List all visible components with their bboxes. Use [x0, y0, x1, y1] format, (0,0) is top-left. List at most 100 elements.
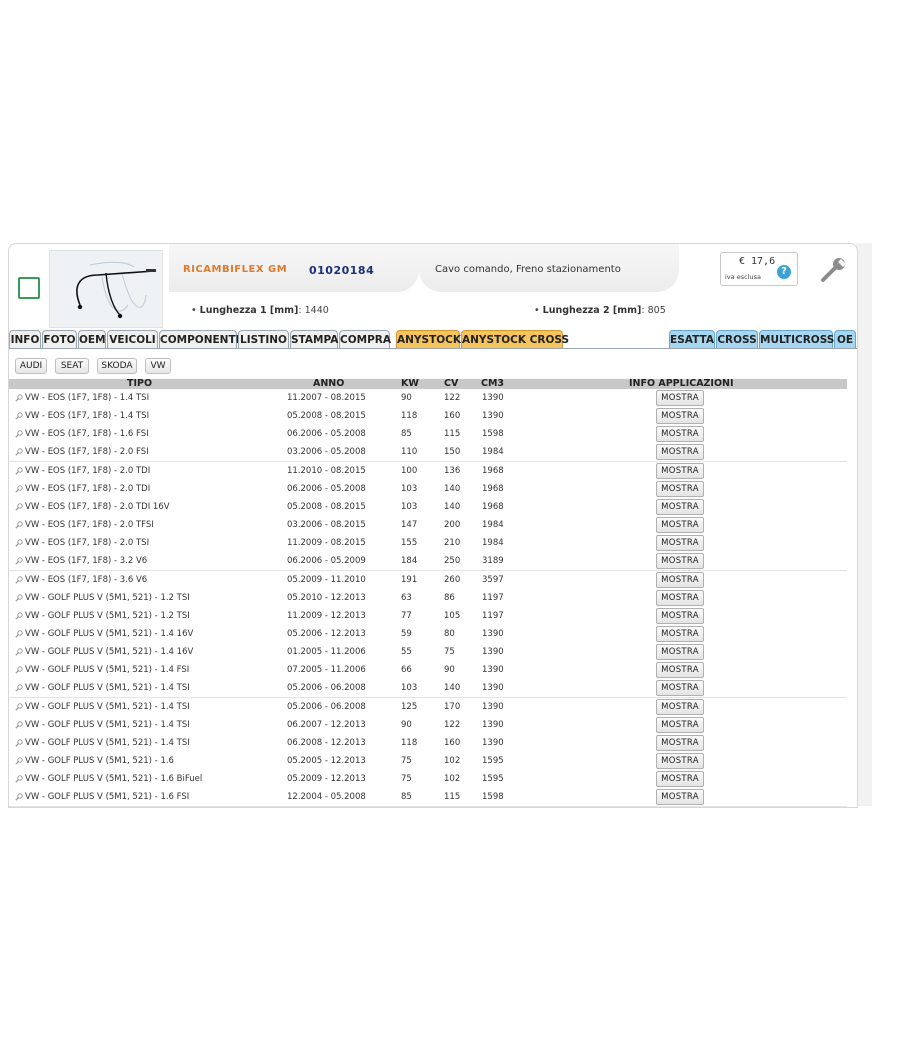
magnifier-icon[interactable] — [15, 430, 23, 438]
cell-cv: 170 — [444, 701, 461, 712]
table-row: VW - EOS (1F7, 1F8) - 2.0 TDI 11.2010 - 0… — [9, 461, 847, 481]
tab-anystock-cross[interactable]: ANYSTOCK CROSS — [461, 330, 569, 348]
wrench-icon[interactable] — [819, 256, 849, 284]
tab-compra[interactable]: COMPRA — [339, 330, 391, 348]
cell-anno: 05.2005 - 12.2013 — [287, 756, 366, 766]
magnifier-icon[interactable] — [15, 394, 23, 402]
cell-cv: 122 — [444, 393, 461, 403]
magnifier-icon[interactable] — [15, 793, 23, 801]
cell-cv: 115 — [444, 429, 461, 440]
filter-vw[interactable]: VW — [145, 358, 171, 374]
mostra-button[interactable]: MOSTRA — [656, 625, 704, 642]
magnifier-icon[interactable] — [15, 739, 23, 747]
cell-cm3: 1390 — [482, 701, 504, 712]
magnifier-icon[interactable] — [15, 775, 23, 783]
tab-esatta[interactable]: ESATTA — [669, 330, 715, 348]
cell-tipo: VW - EOS (1F7, 1F8) - 2.0 TDI — [25, 465, 151, 476]
cell-kw: 90 — [401, 393, 412, 403]
tab-cross[interactable]: CROSS — [716, 330, 758, 348]
tab-componenti[interactable]: COMPONENTI — [159, 330, 240, 348]
magnifier-icon[interactable] — [15, 575, 23, 584]
magnifier-icon[interactable] — [15, 648, 23, 656]
cell-kw: 103 — [401, 683, 418, 694]
magnifier-icon[interactable] — [15, 757, 23, 765]
mostra-button[interactable]: MOSTRA — [656, 426, 704, 443]
mostra-button[interactable]: MOSTRA — [656, 753, 704, 769]
magnifier-icon[interactable] — [15, 702, 23, 711]
mostra-button[interactable]: MOSTRA — [656, 734, 704, 751]
magnifier-icon[interactable] — [15, 612, 23, 620]
magnifier-icon[interactable] — [15, 684, 23, 693]
brand-name[interactable]: RICAMBIFLEX GM — [183, 264, 287, 275]
mostra-button[interactable]: MOSTRA — [656, 517, 704, 534]
cell-anno: 11.2007 - 08.2015 — [287, 393, 366, 403]
mostra-button[interactable]: MOSTRA — [656, 498, 704, 515]
cell-kw: 118 — [401, 411, 418, 422]
mostra-button[interactable]: MOSTRA — [656, 571, 704, 588]
cell-tipo: VW - GOLF PLUS V (5M1, 521) - 1.6 FSI — [25, 792, 190, 803]
cell-cv: 80 — [444, 628, 455, 639]
cell-kw: 103 — [401, 483, 418, 494]
header-anno[interactable]: ANNO — [313, 378, 344, 389]
select-checkbox[interactable] — [18, 277, 40, 299]
product-photo[interactable] — [49, 250, 163, 328]
filter-seat[interactable]: SEAT — [55, 358, 89, 374]
mostra-button[interactable]: MOSTRA — [656, 589, 704, 606]
cell-cm3: 1984 — [482, 520, 504, 531]
magnifier-icon[interactable] — [15, 466, 23, 475]
mostra-button[interactable]: MOSTRA — [656, 408, 704, 425]
mostra-button[interactable]: MOSTRA — [656, 698, 704, 715]
mostra-button[interactable]: MOSTRA — [656, 480, 704, 497]
header-cv[interactable]: CV — [444, 378, 458, 389]
tab-anystock[interactable]: ANYSTOCK — [396, 330, 461, 348]
mostra-button[interactable]: MOSTRA — [656, 553, 704, 570]
magnifier-icon[interactable] — [15, 557, 23, 565]
magnifier-icon[interactable] — [15, 630, 23, 638]
mostra-button[interactable]: MOSTRA — [656, 716, 704, 733]
mostra-button[interactable]: MOSTRA — [656, 535, 704, 552]
price-box: € 17,6 iva esclusa ? — [720, 252, 798, 286]
cell-tipo: VW - EOS (1F7, 1F8) - 1.4 TSI — [25, 411, 150, 422]
cell-cm3: 1390 — [482, 647, 504, 658]
tab-foto[interactable]: FOTO — [42, 330, 77, 348]
tab-oe[interactable]: OE — [834, 330, 856, 348]
header-kw[interactable]: KW — [401, 378, 419, 389]
mostra-button[interactable]: MOSTRA — [656, 662, 704, 679]
mostra-button[interactable]: MOSTRA — [656, 771, 704, 788]
cell-cm3: 1197 — [482, 610, 504, 621]
magnifier-icon[interactable] — [15, 593, 23, 602]
tab-oem[interactable]: OEM — [78, 330, 106, 348]
mostra-button[interactable]: MOSTRA — [656, 680, 704, 697]
magnifier-icon[interactable] — [15, 448, 23, 457]
mostra-button[interactable]: MOSTRA — [656, 607, 704, 624]
mostra-button[interactable]: MOSTRA — [656, 644, 704, 661]
tab-listino[interactable]: LISTINO — [238, 330, 289, 348]
tab-stampa[interactable]: STAMPA — [290, 330, 338, 348]
mostra-button[interactable]: MOSTRA — [656, 444, 704, 461]
tab-multicross[interactable]: MULTICROSS — [759, 330, 834, 348]
magnifier-icon[interactable] — [15, 720, 23, 729]
product-code[interactable]: 01020184 — [309, 264, 374, 277]
cell-tipo: VW - EOS (1F7, 1F8) - 2.0 TFSI — [25, 520, 154, 531]
cell-cm3: 1197 — [482, 592, 504, 603]
magnifier-icon[interactable] — [15, 412, 23, 420]
filter-skoda[interactable]: SKODA — [97, 358, 137, 374]
magnifier-icon[interactable] — [15, 521, 23, 529]
tab-veicoli[interactable]: VEICOLI — [107, 330, 158, 348]
magnifier-icon[interactable] — [15, 539, 23, 547]
magnifier-icon[interactable] — [15, 666, 23, 674]
help-icon[interactable]: ? — [777, 265, 791, 279]
mostra-button[interactable]: MOSTRA — [656, 462, 704, 479]
spec-label: Lunghezza 2 [mm] — [542, 305, 642, 316]
cell-tipo: VW - GOLF PLUS V (5M1, 521) - 1.4 16V — [25, 628, 194, 639]
spec-label: Lunghezza 1 [mm] — [199, 305, 299, 316]
header-info-applicazioni: INFO APPLICAZIONI — [629, 378, 734, 389]
mostra-button[interactable]: MOSTRA — [656, 390, 704, 406]
mostra-button[interactable]: MOSTRA — [656, 789, 704, 806]
filter-audi[interactable]: AUDI — [15, 358, 47, 374]
header-cm3[interactable]: CM3 — [481, 378, 504, 389]
header-tipo[interactable]: TIPO — [127, 378, 152, 389]
magnifier-icon[interactable] — [15, 503, 23, 511]
magnifier-icon[interactable] — [15, 485, 23, 493]
tab-info[interactable]: INFO — [9, 330, 41, 348]
